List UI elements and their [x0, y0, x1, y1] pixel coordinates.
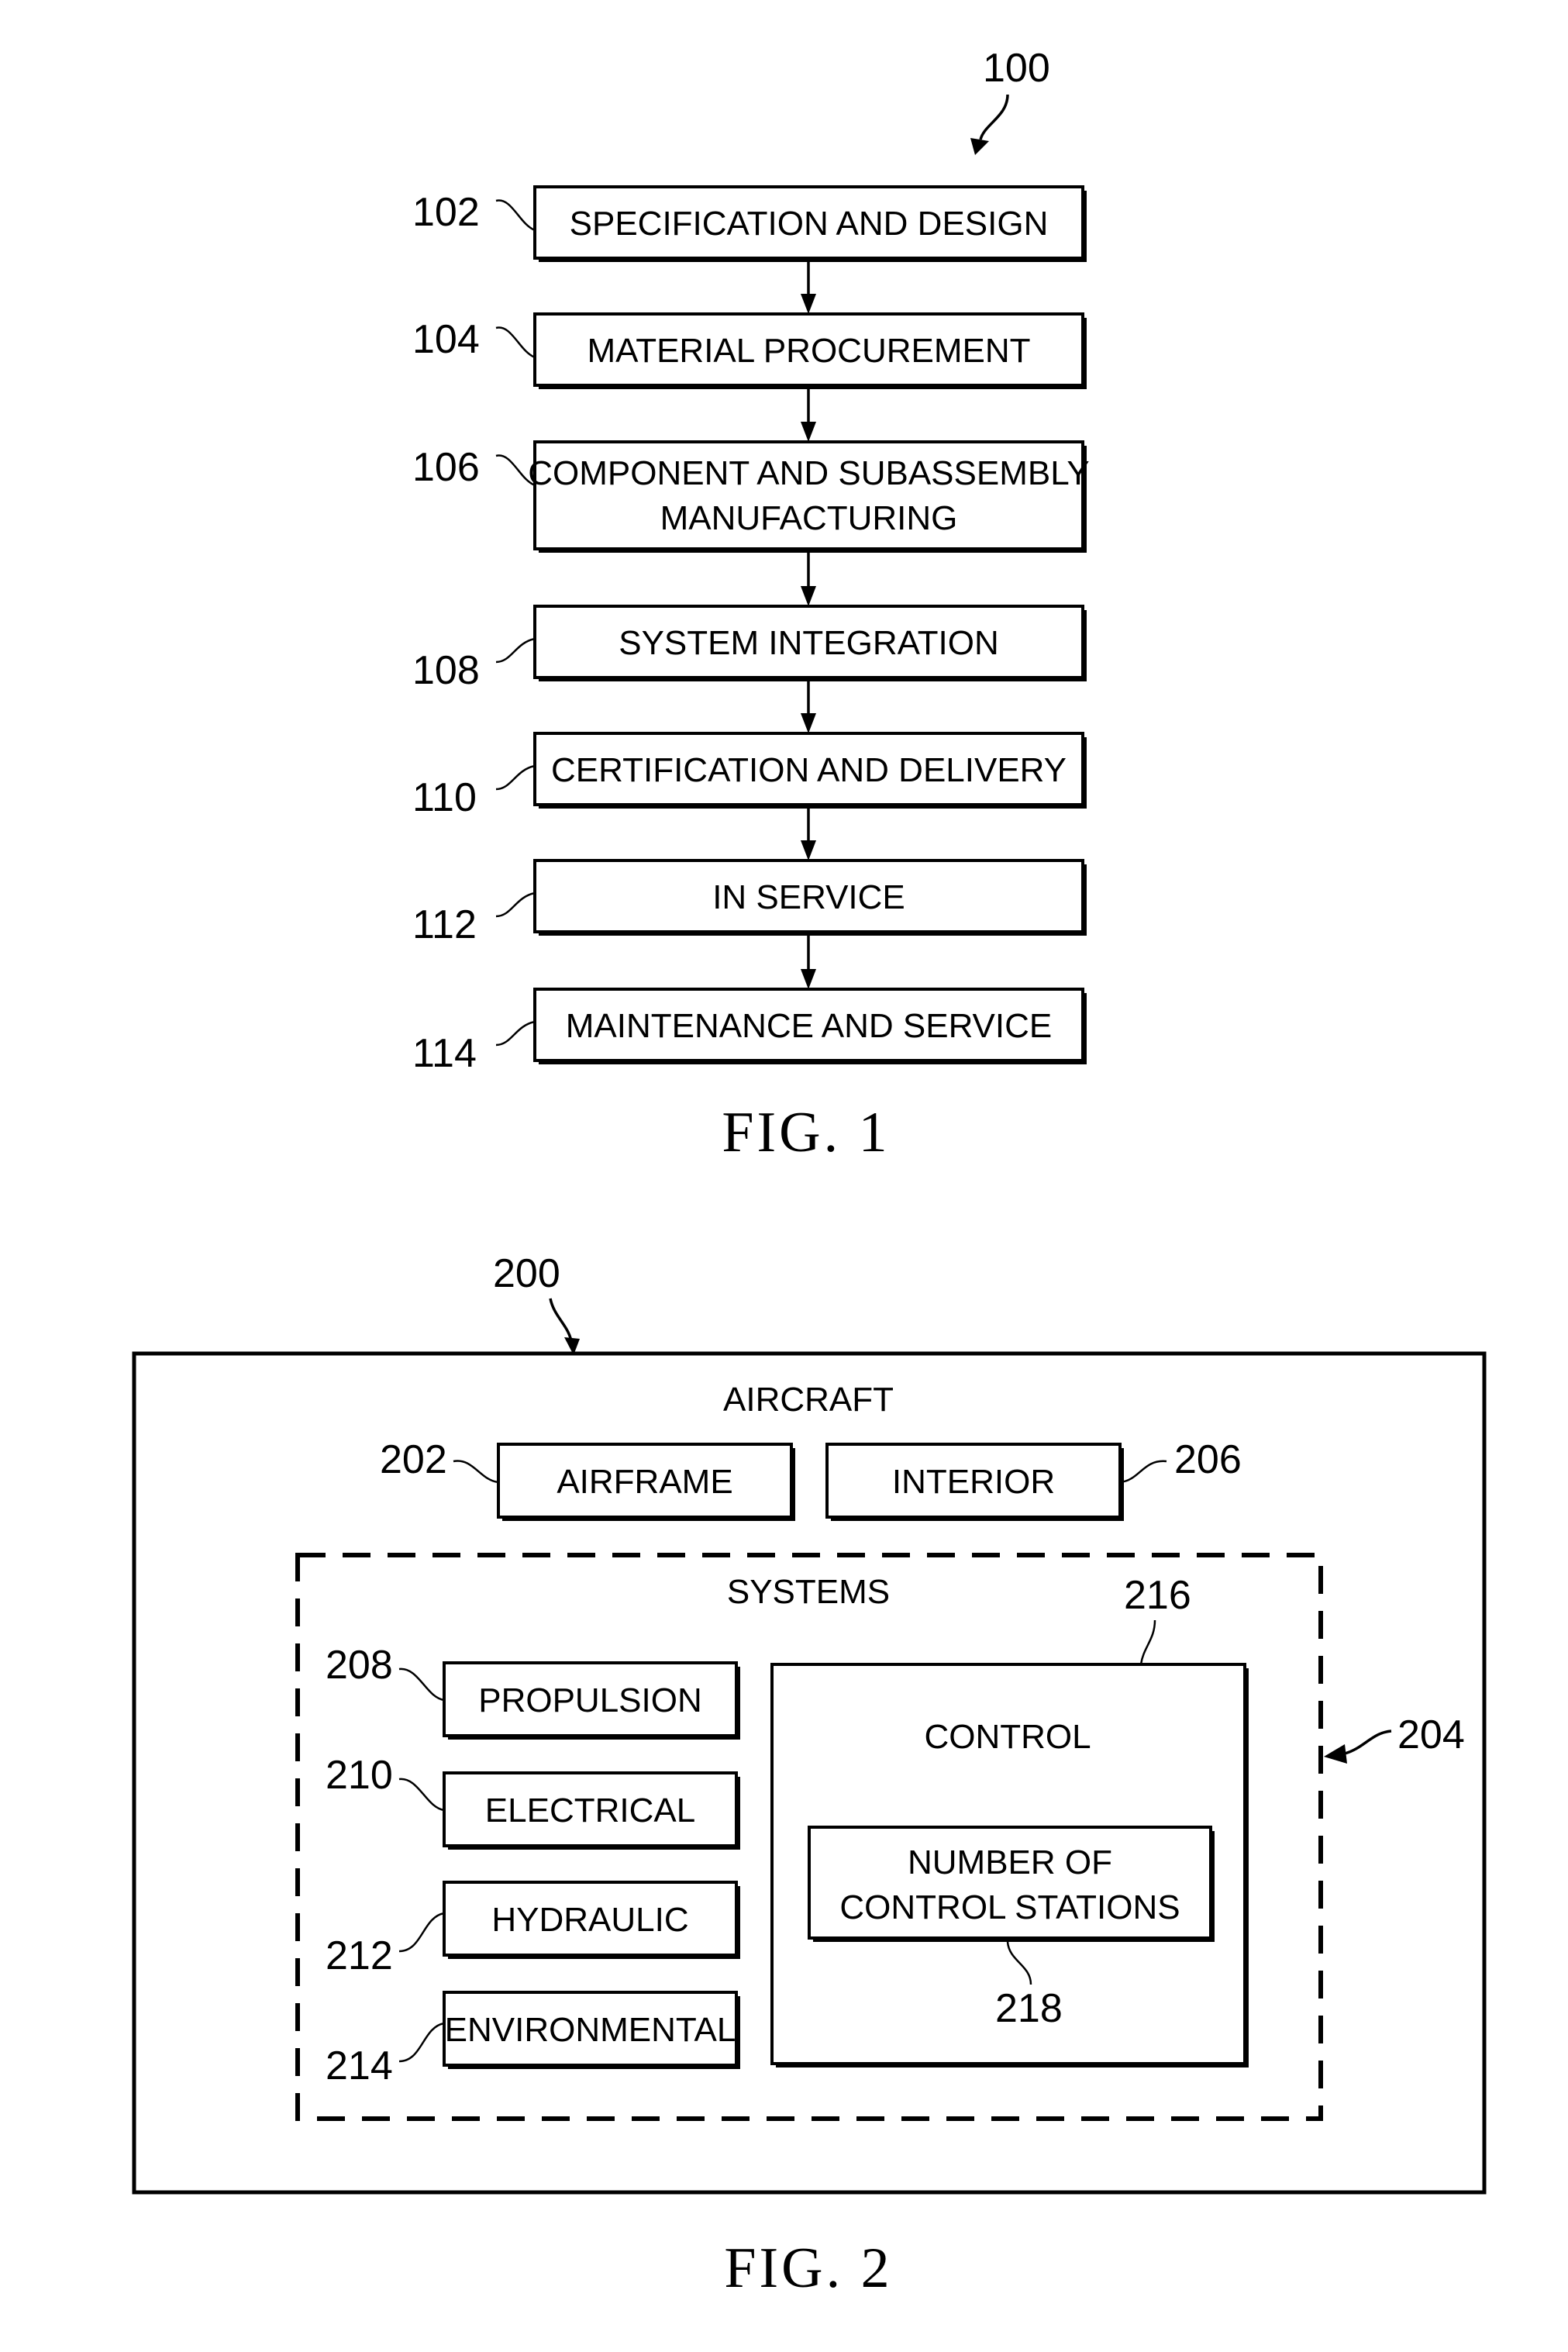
- flow-arrowhead: [801, 969, 816, 989]
- figure-1-reference-arrowhead: [970, 138, 989, 155]
- flowchart-step: MAINTENANCE AND SERVICE 114: [412, 988, 1087, 1076]
- flow-arrowhead: [801, 422, 816, 442]
- control-stations-reference-number: 218: [995, 1986, 1063, 2031]
- system-leader-line: [398, 1667, 445, 1702]
- step-leader-line: [495, 326, 536, 359]
- system-item: ENVIRONMENTAL 214: [326, 1991, 740, 2088]
- interior-leader-line: [1119, 1460, 1167, 1484]
- system-label: PROPULSION: [478, 1681, 702, 1719]
- systems-reference-arrowhead: [1324, 1744, 1347, 1764]
- systems-reference-number: 204: [1397, 1712, 1465, 1757]
- system-leader-line: [398, 1778, 445, 1812]
- step-leader-line: [495, 1020, 536, 1047]
- flowchart-step: COMPONENT AND SUBASSEMBLY MANUFACTURING 10…: [412, 440, 1090, 606]
- step-reference-number: 102: [412, 190, 480, 235]
- step-reference-number: 112: [412, 902, 477, 947]
- system-reference-number: 210: [326, 1753, 393, 1798]
- system-item: HYDRAULIC 212: [326, 1881, 740, 1978]
- step-label: COMPONENT AND SUBASSEMBLY: [528, 454, 1090, 492]
- system-reference-number: 212: [326, 1933, 393, 1978]
- system-label: HYDRAULIC: [491, 1901, 688, 1939]
- flow-arrowhead: [801, 840, 816, 860]
- step-reference-number: 108: [412, 648, 480, 693]
- flowchart-step: SYSTEM INTEGRATION 108: [412, 605, 1087, 733]
- system-label: ELECTRICAL: [485, 1792, 695, 1830]
- system-leader-line: [398, 1912, 445, 1953]
- step-label: SPECIFICATION AND DESIGN: [570, 205, 1049, 243]
- control-stations-label-line2: CONTROL STATIONS: [839, 1888, 1180, 1926]
- system-item: ELECTRICAL 210: [326, 1753, 740, 1850]
- airframe-leader-line: [453, 1460, 499, 1484]
- flowchart-step: CERTIFICATION AND DELIVERY 110: [412, 732, 1087, 860]
- figure-1-flowchart: 100 SPECIFICATION AND DESIGN 102 MATERIAL …: [412, 46, 1090, 1164]
- step-label: MAINTENANCE AND SERVICE: [566, 1007, 1053, 1045]
- aircraft-label: AIRCRAFT: [723, 1381, 894, 1419]
- step-label: SYSTEM INTEGRATION: [619, 624, 999, 662]
- flowchart-step: IN SERVICE 112: [412, 859, 1087, 989]
- system-item: PROPULSION 208: [326, 1643, 740, 1740]
- figure-2-reference-number: 200: [493, 1251, 560, 1296]
- flow-arrowhead: [801, 713, 816, 733]
- flow-arrowhead: [801, 294, 816, 314]
- flowchart-step: SPECIFICATION AND DESIGN 102: [412, 185, 1087, 314]
- control-stations-label-line1: NUMBER OF: [908, 1843, 1112, 1881]
- figure-2-caption: FIG. 2: [724, 2236, 892, 2300]
- airframe-label: AIRFRAME: [557, 1463, 732, 1501]
- system-leader-line: [398, 2022, 445, 2063]
- airframe-reference-number: 202: [380, 1437, 447, 1482]
- control-leader-line: [1139, 1619, 1156, 1665]
- flowchart-step: MATERIAL PROCUREMENT 104: [412, 312, 1087, 442]
- step-reference-number: 106: [412, 445, 480, 490]
- step-leader-line: [495, 891, 536, 918]
- figure-2-block-diagram: 200 AIRCRAFT AIRFRAME 202 INTERIOR 206 S…: [132, 1251, 1487, 2300]
- system-reference-number: 214: [326, 2043, 393, 2088]
- system-reference-number: 208: [326, 1643, 393, 1688]
- systems-label: SYSTEMS: [727, 1573, 890, 1611]
- step-label: IN SERVICE: [712, 878, 905, 916]
- figure-1-reference-number: 100: [983, 46, 1050, 91]
- step-reference-number: 104: [412, 317, 480, 362]
- step-label: MANUFACTURING: [660, 499, 958, 537]
- figure-1-reference-arrow: [979, 94, 1009, 140]
- patent-drawing-sheet: 100 SPECIFICATION AND DESIGN 102 MATERIAL …: [132, 46, 1487, 2300]
- step-reference-number: 110: [412, 775, 477, 820]
- step-leader-line: [495, 637, 536, 664]
- interior-reference-number: 206: [1174, 1437, 1242, 1482]
- figure-1-caption: FIG. 1: [722, 1101, 890, 1164]
- step-leader-line: [495, 199, 536, 232]
- control-label: CONTROL: [924, 1718, 1091, 1756]
- control-reference-number: 216: [1124, 1573, 1191, 1618]
- step-reference-number: 114: [412, 1031, 477, 1076]
- step-leader-line: [495, 764, 536, 791]
- step-label: MATERIAL PROCUREMENT: [587, 332, 1030, 370]
- system-label: ENVIRONMENTAL: [445, 2011, 736, 2049]
- flow-arrowhead: [801, 586, 816, 606]
- interior-label: INTERIOR: [892, 1463, 1055, 1501]
- systems-reference-arrow: [1344, 1730, 1392, 1755]
- step-label: CERTIFICATION AND DELIVERY: [551, 751, 1067, 789]
